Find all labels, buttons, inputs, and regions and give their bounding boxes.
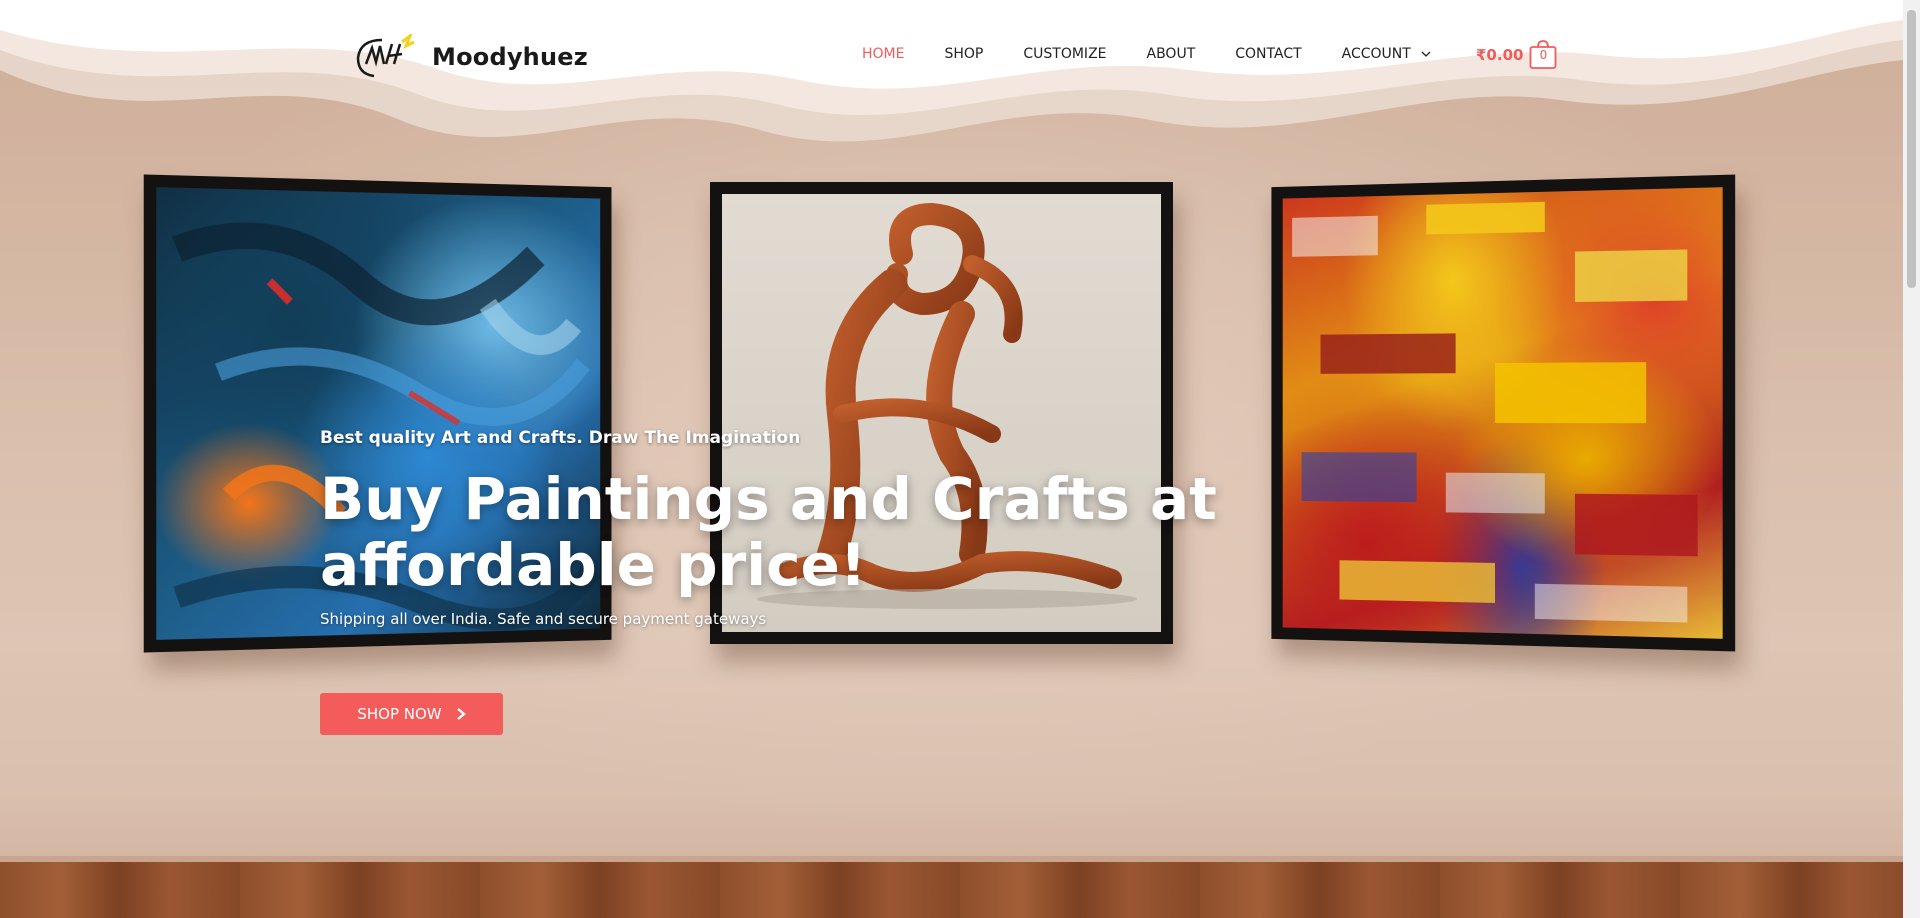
chevron-down-icon — [1421, 51, 1431, 57]
hero-content: Best quality Art and Crafts. Draw The Im… — [320, 428, 1600, 628]
wooden-floor — [0, 862, 1903, 918]
main-nav: HOME SHOP CUSTOMIZE ABOUT CONTACT ACCOUN… — [862, 46, 1471, 62]
cart-count: 0 — [1539, 48, 1548, 62]
nav-item-shop[interactable]: SHOP — [944, 46, 983, 62]
shop-now-button[interactable]: SHOP NOW — [320, 693, 503, 735]
nav-item-contact[interactable]: CONTACT — [1235, 46, 1301, 62]
hero-headline: Buy Paintings and Crafts at affordable p… — [320, 465, 1217, 599]
shopping-bag-icon: 0 — [1529, 40, 1557, 70]
nav-item-customize[interactable]: CUSTOMIZE — [1023, 46, 1106, 62]
site-logo[interactable]: Moodyhuez — [352, 34, 588, 80]
cart-total: ₹0.00 — [1476, 46, 1524, 64]
cart-widget[interactable]: ₹0.00 0 — [1476, 40, 1557, 70]
hero-tagline: Best quality Art and Crafts. Draw The Im… — [320, 428, 801, 448]
hero-subline: Shipping all over India. Safe and secure… — [320, 610, 767, 628]
scrollbar-thumb[interactable] — [1907, 10, 1916, 288]
nav-item-account[interactable]: ACCOUNT — [1342, 46, 1432, 62]
nav-item-account-label: ACCOUNT — [1341, 46, 1411, 62]
shop-now-label: SHOP NOW — [357, 705, 442, 723]
chevron-right-icon — [456, 708, 466, 720]
site-title[interactable]: Moodyhuez — [432, 43, 588, 71]
signature-logo-icon — [356, 34, 415, 78]
nav-item-about[interactable]: ABOUT — [1147, 46, 1196, 62]
nav-item-home[interactable]: HOME — [862, 46, 904, 62]
site-header: Moodyhuez HOME SHOP CUSTOMIZE ABOUT CONT… — [0, 0, 1903, 110]
page-scrollbar[interactable] — [1903, 0, 1920, 918]
